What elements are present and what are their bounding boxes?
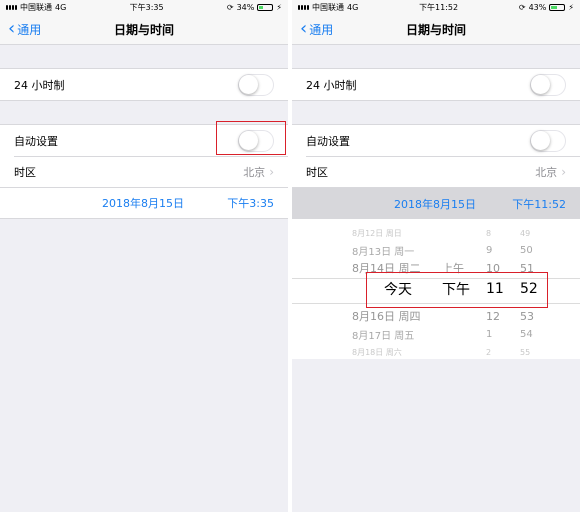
- datetime-row[interactable]: 2018年8月15日 下午11:52: [292, 188, 580, 219]
- timezone-label: 时区: [14, 165, 36, 179]
- hour24-group: 24 小时制: [0, 68, 288, 101]
- picker-row[interactable]: 8月17日 周五 1 54: [292, 324, 580, 344]
- time-value: 下午11:52: [512, 197, 566, 211]
- chevron-left-icon: ‹: [8, 18, 16, 39]
- hour24-row: 24 小时制: [292, 69, 580, 100]
- auto-set-row: 自动设置: [292, 125, 580, 156]
- right-screen: 中国联通 4G 下午11:52 ⟳ 43% ⚡ ‹ 通用 日期与时间 24 小时…: [292, 0, 580, 512]
- hour24-group: 24 小时制: [292, 68, 580, 101]
- battery-icon: [549, 3, 566, 11]
- highlight-box: [366, 272, 548, 308]
- signal-icon: [6, 4, 17, 10]
- picker-minute: 53: [520, 309, 534, 323]
- picker-date: 8月17日 周五: [352, 330, 415, 342]
- datetime-row[interactable]: 2018年8月15日 下午3:35: [0, 187, 288, 218]
- chevron-right-icon: ›: [269, 164, 274, 179]
- back-button[interactable]: ‹ 通用: [8, 14, 41, 44]
- hour24-toggle[interactable]: [530, 73, 566, 96]
- picker-hour: 9: [486, 244, 493, 256]
- timezone-label: 时区: [306, 165, 328, 179]
- back-button[interactable]: ‹ 通用: [300, 14, 333, 44]
- carrier: 中国联通: [20, 2, 52, 12]
- status-time: 下午11:52: [419, 2, 459, 12]
- picker-row[interactable]: 8月13日 周一 9 50: [292, 240, 580, 260]
- back-label: 通用: [17, 22, 42, 37]
- bolt-icon: ⚡: [568, 2, 574, 12]
- auto-set-toggle[interactable]: [530, 129, 566, 152]
- picker-hour: 1: [486, 328, 493, 340]
- picker-minute: 54: [520, 328, 533, 340]
- bolt-icon: ⚡: [276, 2, 282, 12]
- hour24-row: 24 小时制: [0, 69, 288, 100]
- timezone-value: 北京: [243, 165, 266, 179]
- auto-group: 自动设置 时区 北京 ›: [292, 124, 580, 188]
- picker-date: 8月18日 周六: [352, 347, 402, 357]
- hour24-label: 24 小时制: [14, 78, 65, 92]
- lock-rotation-icon: ⟳: [518, 2, 526, 12]
- timezone-value: 北京: [535, 165, 558, 179]
- picker-minute: 55: [520, 347, 531, 357]
- status-bar: 中国联通 4G 下午11:52 ⟳ 43% ⚡: [292, 0, 580, 14]
- picker-hour: 2: [486, 347, 492, 357]
- picker-hour: 8: [486, 228, 492, 238]
- signal-icon: [298, 4, 309, 10]
- status-time: 下午3:35: [129, 2, 164, 12]
- battery-percent: 43%: [528, 2, 547, 12]
- picker-date: 8月13日 周一: [352, 246, 415, 258]
- status-bar: 中国联通 4G 下午3:35 ⟳ 34% ⚡: [0, 0, 288, 14]
- nav-bar: ‹ 通用 日期与时间: [292, 14, 580, 45]
- picker-minute: 50: [520, 244, 533, 256]
- auto-set-label: 自动设置: [306, 134, 350, 148]
- picker-row[interactable]: 8月18日 周六 2 55: [292, 342, 580, 359]
- auto-set-label: 自动设置: [14, 134, 58, 148]
- battery-icon: [257, 3, 274, 11]
- chevron-left-icon: ‹: [300, 18, 308, 39]
- nav-bar: ‹ 通用 日期与时间: [0, 14, 288, 45]
- timezone-row[interactable]: 时区 北京 ›: [292, 156, 580, 187]
- page-title: 日期与时间: [405, 22, 466, 37]
- picker-date: 8月12日 周日: [352, 228, 402, 238]
- hour24-label: 24 小时制: [306, 78, 357, 92]
- hour24-toggle[interactable]: [238, 73, 274, 96]
- network-type: 4G: [55, 2, 67, 12]
- back-label: 通用: [309, 22, 334, 37]
- date-value: 2018年8月15日: [394, 197, 476, 211]
- picker-minute: 49: [520, 228, 531, 238]
- picker-date: 8月16日 周四: [352, 310, 421, 323]
- network-type: 4G: [347, 2, 359, 12]
- time-value: 下午3:35: [227, 197, 274, 210]
- timezone-row[interactable]: 时区 北京 ›: [0, 156, 288, 187]
- left-screen: 中国联通 4G 下午3:35 ⟳ 34% ⚡ ‹ 通用 日期与时间 24 小时制…: [0, 0, 288, 512]
- chevron-right-icon: ›: [561, 164, 566, 179]
- carrier: 中国联通: [312, 2, 344, 12]
- highlight-box: [216, 121, 286, 155]
- battery-percent: 34%: [236, 2, 255, 12]
- page-title: 日期与时间: [113, 22, 174, 37]
- lock-rotation-icon: ⟳: [226, 2, 234, 12]
- picker-hour: 12: [486, 309, 500, 323]
- picker-row[interactable]: 8月16日 周四 12 53: [292, 306, 580, 326]
- date-value: 2018年8月15日: [102, 197, 184, 210]
